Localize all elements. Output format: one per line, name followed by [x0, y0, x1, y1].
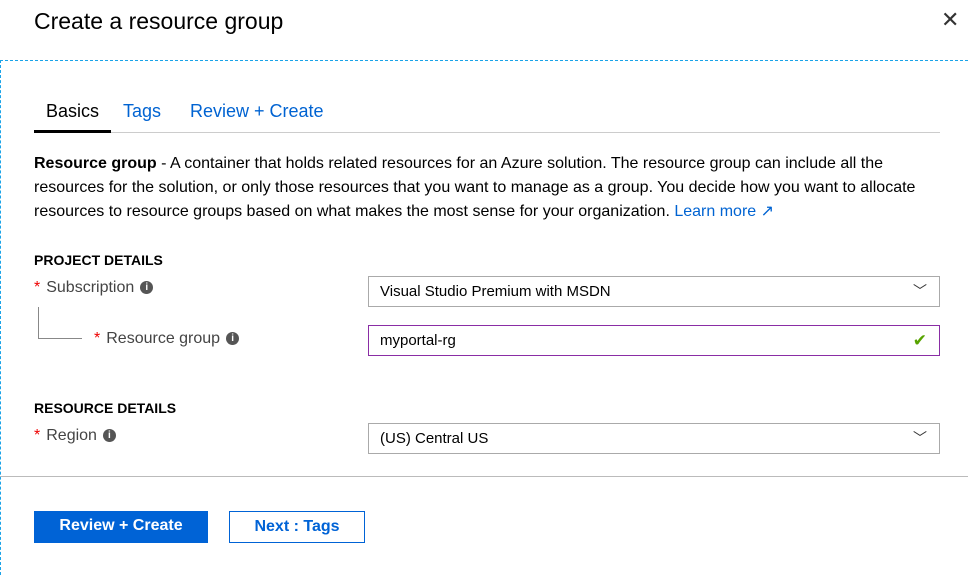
required-marker: *: [94, 330, 101, 347]
footer-divider: [0, 476, 968, 477]
region-label: * Region i: [34, 427, 116, 445]
resource-details-heading: RESOURCE DETAILS: [34, 400, 177, 416]
subscription-dropdown[interactable]: Visual Studio Premium with MSDN ﹀: [368, 276, 940, 307]
subscription-label: * Subscription i: [34, 279, 154, 297]
learn-more-link[interactable]: Learn more ↗: [674, 203, 774, 220]
tab-review-create[interactable]: Review + Create: [190, 101, 324, 122]
info-icon[interactable]: i: [226, 332, 240, 346]
resource-group-label: * Resource group i: [94, 330, 240, 348]
project-details-heading: PROJECT DETAILS: [34, 252, 163, 268]
learn-more-label: Learn more: [674, 203, 757, 220]
required-marker: *: [34, 427, 41, 444]
checkmark-icon: ✔: [912, 331, 927, 350]
tab-tags[interactable]: Tags: [123, 101, 161, 122]
content-panel: [0, 60, 968, 575]
description-bold: Resource group: [34, 155, 157, 172]
subscription-label-text: Subscription: [46, 279, 135, 296]
resource-group-value: myportal-rg: [380, 332, 456, 349]
chevron-down-icon: ﹀: [913, 283, 927, 299]
chevron-down-icon: ﹀: [913, 430, 927, 446]
tab-basics[interactable]: Basics: [34, 101, 112, 133]
region-label-text: Region: [46, 427, 97, 444]
required-marker: *: [34, 279, 41, 296]
page-title: Create a resource group: [34, 8, 284, 34]
description: Resource group - A container that holds …: [34, 152, 934, 224]
info-icon[interactable]: i: [102, 429, 116, 443]
info-icon[interactable]: i: [140, 281, 154, 295]
next-tags-button[interactable]: Next : Tags: [229, 511, 365, 543]
external-link-icon: ↗: [760, 203, 775, 220]
tab-bar: Basics Tags Review + Create: [34, 101, 940, 133]
resource-group-label-text: Resource group: [106, 330, 221, 347]
region-value: (US) Central US: [380, 430, 489, 447]
tree-connector: [38, 307, 82, 339]
description-text: - A container that holds related resourc…: [34, 155, 916, 220]
review-create-button[interactable]: Review + Create: [34, 511, 208, 543]
subscription-value: Visual Studio Premium with MSDN: [380, 283, 611, 300]
close-icon[interactable]: ✕: [941, 7, 959, 33]
resource-group-input[interactable]: myportal-rg ✔: [368, 325, 940, 356]
region-dropdown[interactable]: (US) Central US ﹀: [368, 423, 940, 454]
